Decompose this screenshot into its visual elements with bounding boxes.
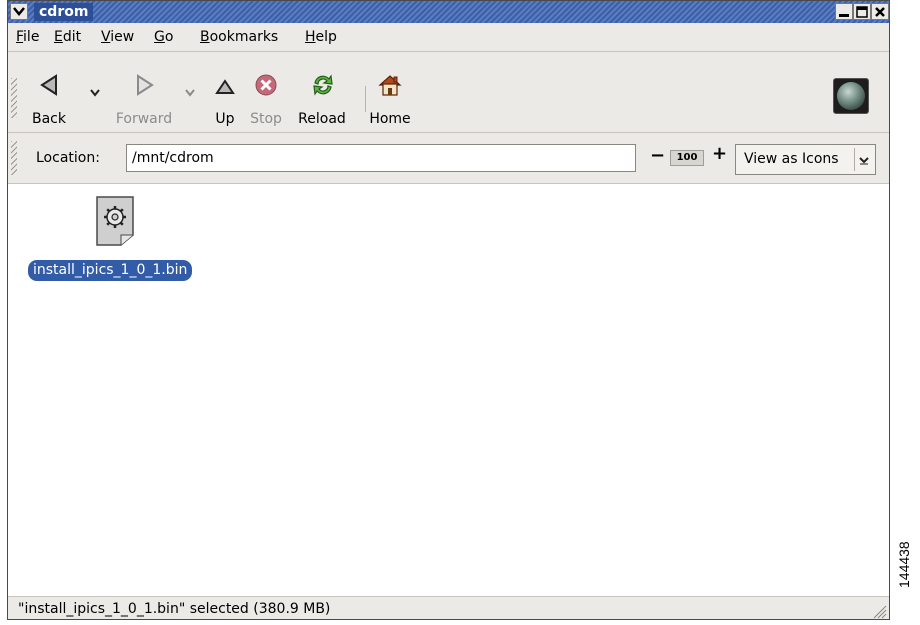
back-history-dropdown-icon[interactable]: [90, 89, 100, 97]
file-view-area[interactable]: install_ipics_1_0_1.bin: [8, 184, 889, 596]
menu-bookmarks[interactable]: Bookmarks: [200, 27, 278, 47]
menu-view[interactable]: View: [101, 27, 134, 47]
stop-button[interactable]: Stop: [246, 52, 286, 132]
reload-icon: [313, 74, 333, 96]
home-button[interactable]: Home: [366, 52, 414, 132]
forward-history-dropdown-icon[interactable]: [185, 89, 195, 97]
window-menu-button[interactable]: [10, 3, 28, 20]
chevron-down-icon: [859, 157, 869, 165]
stop-icon: [255, 74, 277, 96]
menu-edit[interactable]: Edit: [54, 27, 81, 47]
toolbar-grip[interactable]: [11, 78, 17, 118]
status-bar: "install_ipics_1_0_1.bin" selected (380.…: [8, 596, 889, 621]
reload-button[interactable]: Reload: [294, 52, 350, 132]
reload-label: Reload: [298, 111, 346, 127]
zoom-out-button[interactable]: −: [650, 146, 665, 166]
file-manager-window: cdrom File Edit View Go Bookmarks Help B…: [7, 0, 890, 620]
up-arrow-icon: [215, 79, 235, 94]
gear-document-icon[interactable]: [95, 195, 135, 247]
minimize-icon: [839, 14, 849, 17]
chevron-down-icon: [13, 7, 25, 16]
view-as-select[interactable]: View as Icons: [735, 144, 876, 175]
close-button[interactable]: [871, 3, 889, 20]
menu-help[interactable]: Help: [305, 27, 337, 47]
menu-go[interactable]: Go: [154, 27, 173, 47]
maximize-button[interactable]: [853, 3, 871, 20]
toolbar: Back Forward Up Stop Reload Home: [8, 52, 889, 133]
location-bar-grip[interactable]: [11, 141, 17, 175]
view-as-value: View as Icons: [744, 151, 839, 167]
up-label: Up: [215, 111, 235, 127]
forward-button[interactable]: Forward: [112, 52, 176, 132]
forward-arrow-icon: [137, 74, 154, 96]
throbber-orb-icon: [837, 82, 865, 110]
window-title: cdrom: [34, 3, 94, 21]
location-input[interactable]: /mnt/cdrom: [126, 144, 636, 172]
figure-number: 144438: [896, 541, 912, 588]
location-label: Location:: [36, 150, 100, 166]
home-label: Home: [369, 111, 411, 127]
menu-file[interactable]: File: [16, 27, 39, 47]
location-bar: Location: /mnt/cdrom − 100 + View as Ico…: [8, 133, 889, 184]
forward-label: Forward: [115, 111, 173, 127]
minimize-button[interactable]: [835, 3, 853, 20]
maximize-icon: [856, 6, 868, 18]
zoom-in-button[interactable]: +: [712, 144, 727, 164]
activity-throbber: [833, 78, 869, 114]
close-icon: [875, 7, 885, 17]
menu-bar: File Edit View Go Bookmarks Help: [8, 23, 889, 52]
title-bar[interactable]: cdrom: [8, 1, 889, 23]
view-as-dropdown-arrow[interactable]: [854, 148, 873, 171]
back-arrow-icon: [40, 74, 57, 96]
home-icon: [378, 75, 402, 96]
zoom-level[interactable]: 100: [670, 150, 704, 166]
stop-label: Stop: [250, 111, 282, 127]
back-button[interactable]: Back: [28, 52, 70, 132]
file-name-label[interactable]: install_ipics_1_0_1.bin: [28, 260, 193, 281]
resize-grip-icon[interactable]: [871, 603, 887, 619]
up-button[interactable]: Up: [210, 52, 240, 132]
back-label: Back: [32, 111, 66, 127]
status-text: "install_ipics_1_0_1.bin" selected (380.…: [18, 601, 331, 617]
